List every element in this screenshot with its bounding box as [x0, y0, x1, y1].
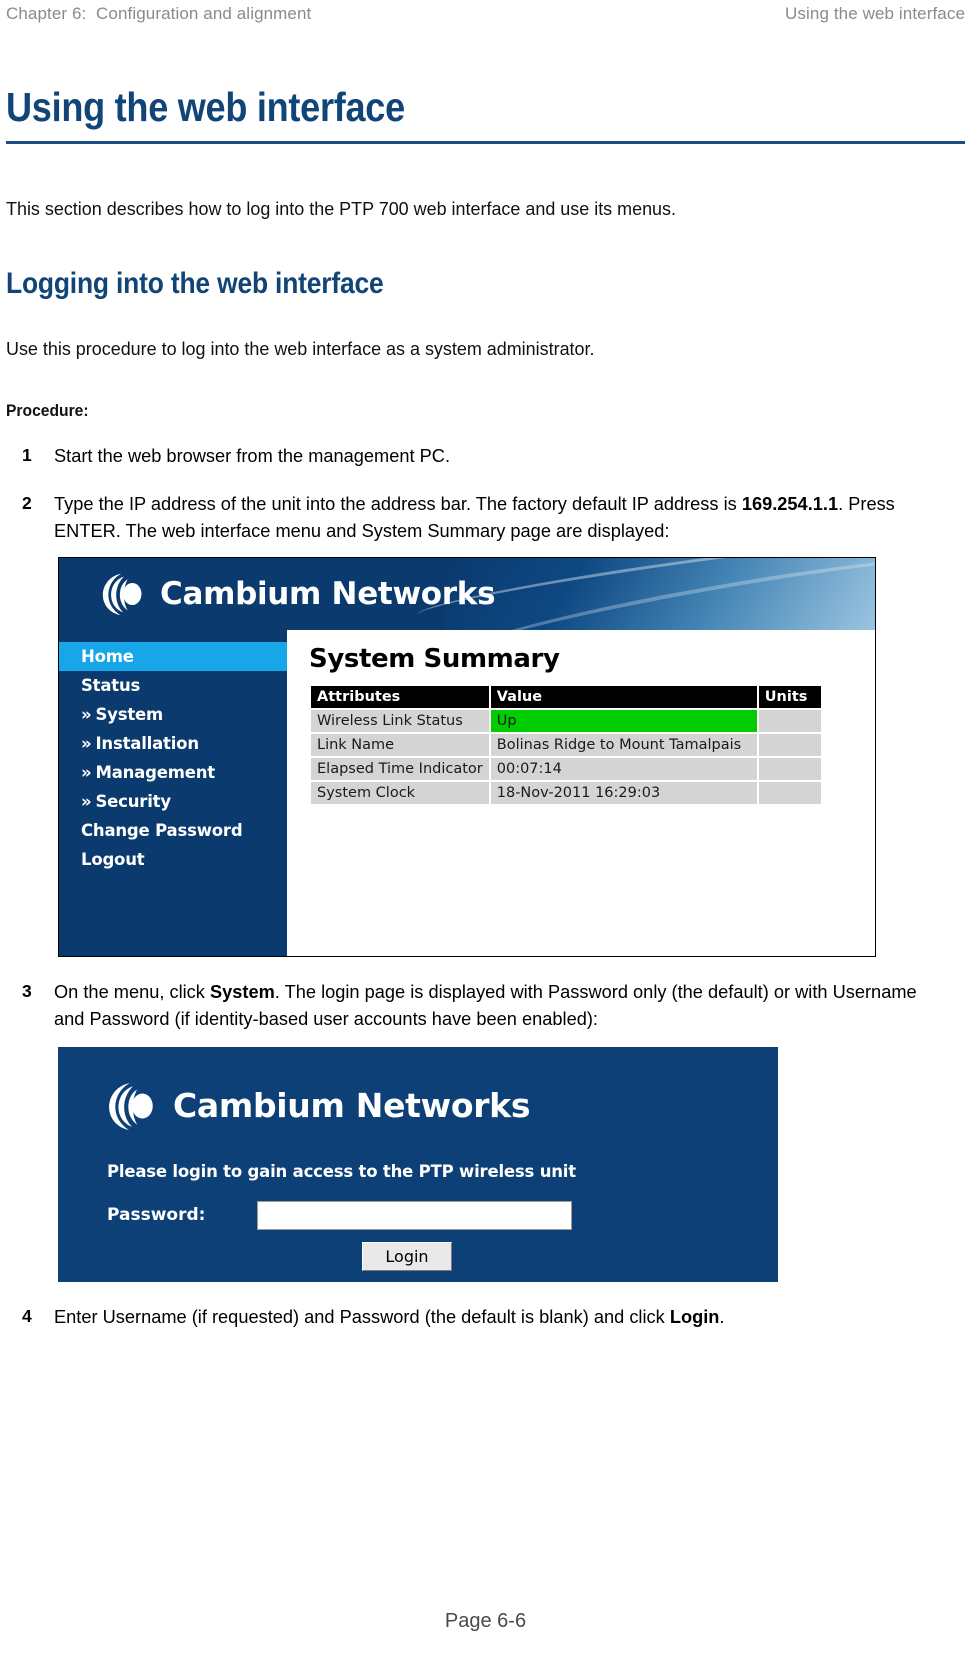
running-header: Chapter 6: Configuration and alignment U…	[6, 0, 965, 32]
sidebar-item-installation-label: Installation	[95, 734, 199, 754]
step-2-text: Type the IP address of the unit into the…	[54, 491, 951, 545]
cell-units	[758, 758, 821, 781]
page-footer: Page 6-6	[444, 1610, 527, 1632]
cell-attribute: Link Name	[311, 734, 489, 757]
cell-attribute: Elapsed Time Indicator	[311, 758, 489, 781]
cell-attribute: Wireless Link Status	[311, 710, 489, 733]
sidebar-item-status[interactable]: Status	[59, 671, 287, 700]
sidebar-item-change-password[interactable]: Change Password	[59, 816, 287, 845]
procedure-label: Procedure:	[6, 400, 89, 420]
step-1-text: Start the web browser from the managemen…	[54, 443, 951, 470]
step-3-menu-name: System	[209, 981, 275, 1003]
banner-swoosh-graphic	[445, 558, 875, 631]
chevron-double-right-icon: »	[81, 763, 92, 783]
password-input[interactable]	[257, 1200, 572, 1230]
step-1-label: Start the web browser from the managemen…	[54, 444, 451, 466]
section-heading: Logging into the web interface	[6, 266, 384, 300]
sidebar-item-home-label: Home	[81, 647, 134, 667]
intro-paragraph: This section describes how to log into t…	[6, 198, 676, 219]
table-row: Wireless Link Status Up	[311, 710, 821, 733]
login-instruction-text: Please login to gain access to the PTP w…	[107, 1161, 576, 1181]
cell-value-wireless-link-status: Up	[490, 710, 757, 733]
chevron-double-right-icon: »	[81, 705, 92, 725]
system-summary-screenshot: Cambium Networks Home Status » System » In…	[58, 557, 876, 958]
sidebar-item-logout-label: Logout	[81, 850, 145, 870]
system-summary-title: System Summary	[309, 644, 560, 675]
sidebar-item-security[interactable]: » Security	[59, 787, 287, 816]
brand-name: Cambium Networks	[173, 1086, 531, 1126]
sidebar-item-installation[interactable]: » Installation	[59, 729, 287, 758]
sidebar-item-system-label: System	[95, 705, 163, 725]
login-brand-lockup: Cambium Networks	[59, 1048, 777, 1132]
step-2-default-ip: 169.254.1.1	[741, 493, 839, 515]
table-row: Elapsed Time Indicator 00:07:14	[311, 758, 821, 781]
document-page: Chapter 6: Configuration and alignment U…	[0, 0, 971, 1659]
step-4-button-name: Login	[669, 1305, 720, 1327]
cell-value-link-name: Bolinas Ridge to Mount Tamalpais	[490, 734, 757, 757]
step-1: 1 Start the web browser from the managem…	[6, 443, 965, 470]
login-button-row: Login	[59, 1230, 777, 1271]
cell-units	[758, 734, 821, 757]
cambium-logo-icon	[102, 573, 142, 616]
sidebar-item-security-label: Security	[95, 792, 171, 812]
step-4-text-after: .	[719, 1305, 725, 1327]
column-header-value: Value	[490, 686, 757, 709]
password-label: Password:	[107, 1205, 206, 1226]
table-row: System Clock 18-Nov-2011 16:29:03	[311, 782, 821, 805]
step-3-text-before: On the menu, click	[54, 981, 210, 1003]
login-page-screenshot: Cambium Networks Please login to gain ac…	[58, 1046, 778, 1282]
step-2-text-before: Type the IP address of the unit into the…	[54, 493, 742, 515]
sidebar-item-home[interactable]: Home	[59, 642, 287, 672]
web-ui-banner: Cambium Networks	[59, 558, 875, 631]
password-row: Password:	[59, 1181, 777, 1230]
cell-units	[758, 710, 821, 733]
brand-lockup: Cambium Networks	[101, 571, 496, 617]
column-header-attributes: Attributes	[311, 686, 489, 709]
cell-value-system-clock: 18-Nov-2011 16:29:03	[490, 782, 757, 805]
step-2: 2 Type the IP address of the unit into t…	[6, 491, 965, 545]
running-header-left: Chapter 6: Configuration and alignment	[6, 4, 312, 23]
step-4-number: 4	[22, 1305, 32, 1326]
step-4: 4 Enter Username (if requested) and Pass…	[6, 1304, 965, 1331]
cell-value-elapsed-time: 00:07:14	[490, 758, 757, 781]
chevron-double-right-icon: »	[81, 734, 92, 754]
step-4-text-before: Enter Username (if requested) and Passwo…	[54, 1305, 670, 1327]
cell-attribute: System Clock	[311, 782, 489, 805]
step-4-text: Enter Username (if requested) and Passwo…	[54, 1304, 951, 1331]
sidebar-item-management[interactable]: » Management	[59, 758, 287, 787]
title-rule	[6, 141, 965, 144]
login-button[interactable]: Login	[362, 1241, 452, 1271]
sidebar-item-change-password-label: Change Password	[81, 821, 243, 841]
sidebar-item-status-label: Status	[81, 676, 141, 696]
web-ui-body: Home Status » System » Installation » Manag…	[59, 630, 875, 957]
section-intro-paragraph: Use this procedure to log into the web i…	[6, 337, 595, 359]
sidebar-item-logout[interactable]: Logout	[59, 845, 287, 874]
step-3: 3 On the menu, click System. The login p…	[6, 979, 965, 1033]
column-header-units: Units	[758, 686, 821, 709]
web-ui-sidebar: Home Status » System » Installation » Manag…	[59, 630, 287, 957]
chevron-double-right-icon: »	[81, 792, 92, 812]
table-header-row: Attributes Value Units	[311, 686, 821, 709]
step-1-number: 1	[22, 444, 32, 465]
table-row: Link Name Bolinas Ridge to Mount Tamalpa…	[311, 734, 821, 757]
brand-name: Cambium Networks	[160, 576, 496, 613]
page-title: Using the web interface	[6, 84, 405, 130]
step-2-number: 2	[22, 493, 32, 514]
step-3-text: On the menu, click System. The login pag…	[54, 979, 951, 1033]
running-header-right: Using the web interface	[785, 4, 965, 23]
cell-units	[758, 782, 821, 805]
system-summary-table: Attributes Value Units Wireless Link Sta…	[309, 684, 823, 806]
sidebar-item-system[interactable]: » System	[59, 700, 287, 729]
web-ui-content: System Summary Attributes Value Units Wi…	[287, 630, 875, 957]
step-3-number: 3	[22, 981, 32, 1002]
cambium-logo-icon	[109, 1082, 153, 1130]
sidebar-item-management-label: Management	[95, 763, 215, 783]
